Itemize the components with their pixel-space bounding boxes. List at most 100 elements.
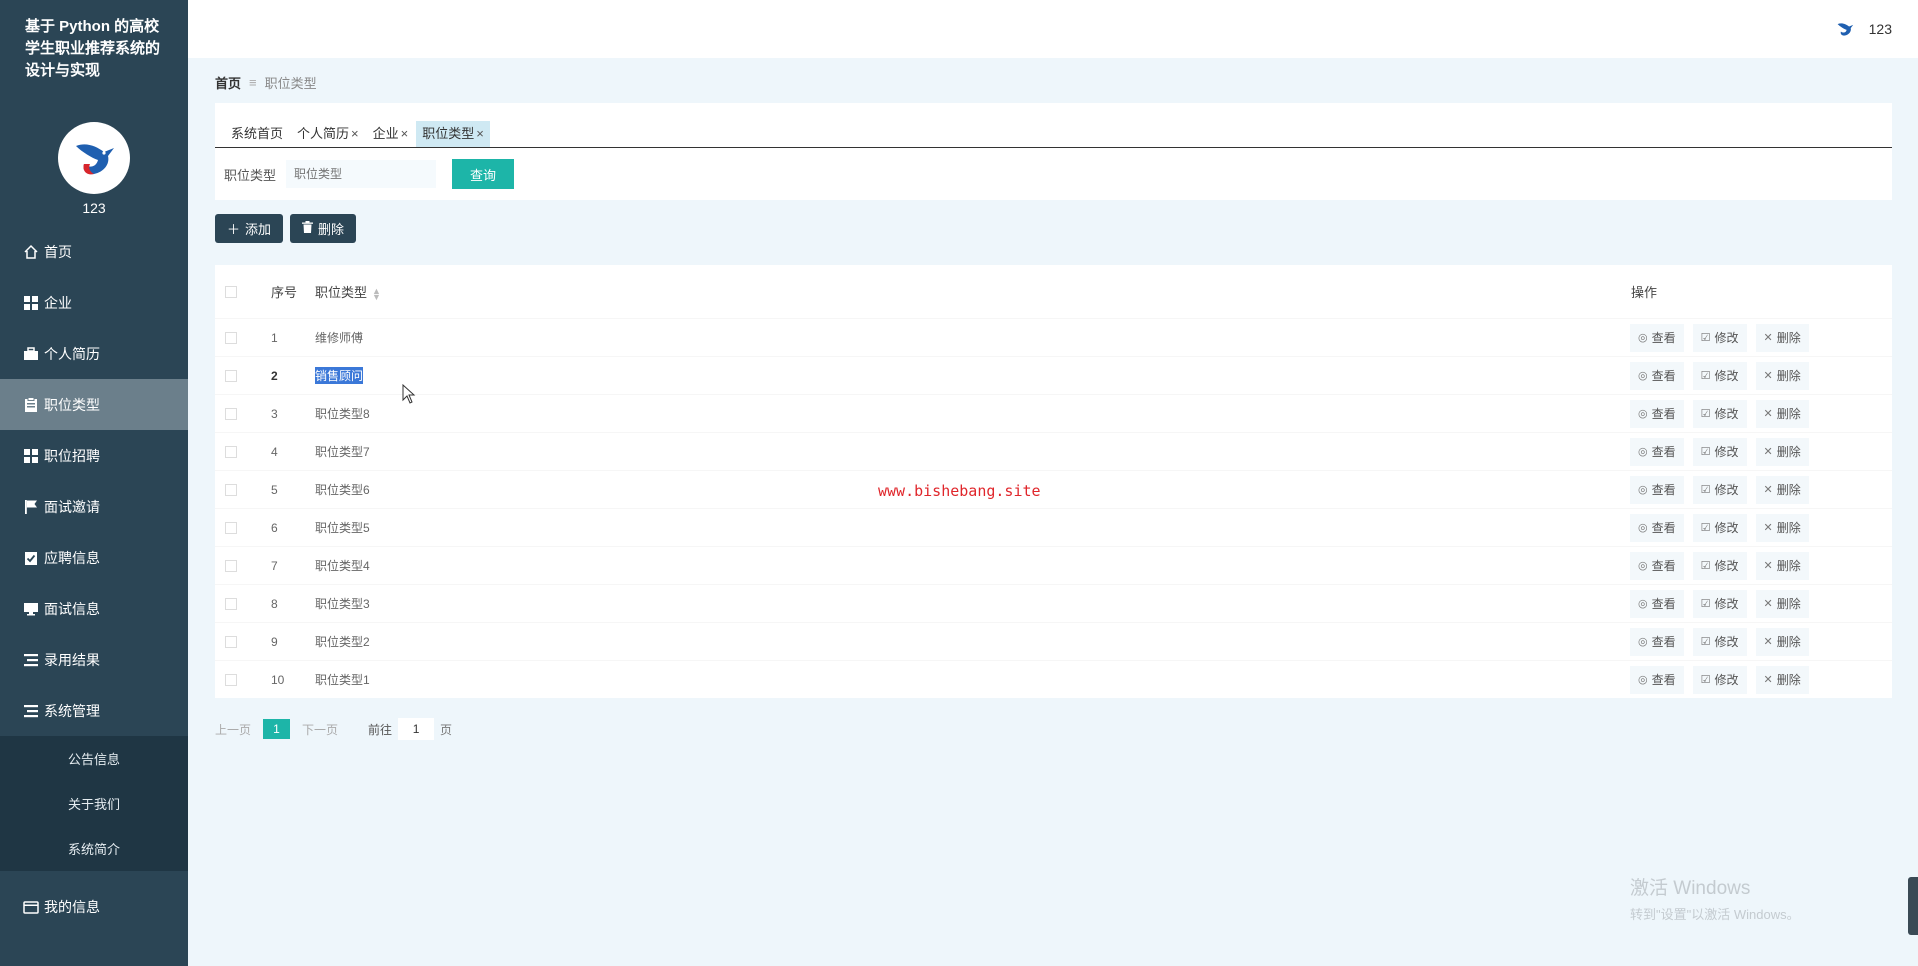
view-button[interactable]: ◎ 查看 xyxy=(1630,665,1684,694)
eye-icon: ◎ xyxy=(1638,560,1648,572)
delete-row-button[interactable]: ✕ 删除 xyxy=(1755,513,1809,542)
search-button[interactable]: 查询 xyxy=(452,159,515,189)
edit-button[interactable]: ☑ 修改 xyxy=(1692,665,1747,694)
tab-enterprise[interactable]: 企业 × xyxy=(367,121,415,147)
select-all-checkbox[interactable] xyxy=(225,285,237,298)
view-button[interactable]: ◎ 查看 xyxy=(1630,551,1684,580)
page-number[interactable]: 1 xyxy=(263,719,291,739)
row-checkbox[interactable] xyxy=(225,673,237,686)
view-button[interactable]: ◎ 查看 xyxy=(1630,323,1684,352)
edit-icon: ☑ xyxy=(1700,674,1711,686)
eagle-logo-icon xyxy=(76,144,114,175)
sidebar-item-resume[interactable]: 个人简历 xyxy=(0,328,188,379)
view-button[interactable]: ◎ 查看 xyxy=(1630,437,1684,466)
sidebar-item-label: 我的信息 xyxy=(44,898,100,915)
submenu-item-notice[interactable]: 公告信息 xyxy=(0,736,188,781)
edit-button[interactable]: ☑ 修改 xyxy=(1692,399,1747,428)
tab-system-home[interactable]: 系统首页 xyxy=(225,121,289,147)
edit-button[interactable]: ☑ 修改 xyxy=(1692,361,1747,390)
sidebar-item-hire-result[interactable]: 录用结果 xyxy=(0,634,188,685)
delete-row-button[interactable]: ✕ 删除 xyxy=(1755,627,1809,656)
view-button[interactable]: ◎ 查看 xyxy=(1630,589,1684,618)
sort-icon[interactable]: ▲ ▼ xyxy=(372,286,381,301)
submenu-item-about[interactable]: 关于我们 xyxy=(0,781,188,826)
sidebar-item-home[interactable]: 首页 xyxy=(0,226,188,277)
clipboard-icon xyxy=(22,396,40,414)
delete-button[interactable]: 删除 xyxy=(290,214,357,243)
view-button[interactable]: ◎ 查看 xyxy=(1630,399,1684,428)
delete-row-button[interactable]: ✕ 删除 xyxy=(1755,665,1809,694)
edit-icon: ☑ xyxy=(1700,370,1711,382)
row-index: 1 xyxy=(271,330,278,345)
row-checkbox[interactable] xyxy=(225,521,237,534)
delete-row-button[interactable]: ✕ 删除 xyxy=(1755,361,1809,390)
sidebar-item-job-recruit[interactable]: 职位招聘 xyxy=(0,430,188,481)
sidebar-item-my-info[interactable]: 我的信息 xyxy=(0,881,188,932)
delete-row-button[interactable]: ✕ 删除 xyxy=(1755,323,1809,352)
edit-button[interactable]: ☑ 修改 xyxy=(1692,589,1747,618)
prev-page-button[interactable]: 上一页 xyxy=(215,721,251,738)
edit-label: 修改 xyxy=(1714,331,1739,345)
row-checkbox[interactable] xyxy=(225,483,237,496)
topbar-user[interactable]: 123 xyxy=(1835,20,1892,38)
sidebar-item-interview-info[interactable]: 面试信息 xyxy=(0,583,188,634)
delete-row-button[interactable]: ✕ 删除 xyxy=(1755,589,1809,618)
view-button[interactable]: ◎ 查看 xyxy=(1630,361,1684,390)
search-input[interactable] xyxy=(286,160,437,188)
row-type: 职位类型3 xyxy=(315,597,370,611)
row-checkbox[interactable] xyxy=(225,597,237,610)
avatar[interactable] xyxy=(58,122,130,194)
edit-button[interactable]: ☑ 修改 xyxy=(1692,513,1747,542)
next-page-button[interactable]: 下一页 xyxy=(302,721,338,738)
sidebar-item-enterprise[interactable]: 企业 xyxy=(0,277,188,328)
close-icon[interactable]: × xyxy=(476,121,484,147)
view-button[interactable]: ◎ 查看 xyxy=(1630,513,1684,542)
header-index: 序号 xyxy=(271,285,298,300)
row-checkbox[interactable] xyxy=(225,331,237,344)
close-icon: ✕ xyxy=(1763,370,1773,382)
close-icon[interactable]: × xyxy=(401,121,409,147)
row-actions: ◎ 查看 ☑ 修改 ✕ 删除 xyxy=(1630,513,1809,542)
row-type: 职位类型5 xyxy=(315,521,370,535)
submenu-item-intro[interactable]: 系统简介 xyxy=(0,826,188,871)
delete-row-button[interactable]: ✕ 删除 xyxy=(1755,475,1809,504)
tab-resume[interactable]: 个人简历 × xyxy=(291,121,365,147)
header-type[interactable]: 职位类型 ▲ ▼ xyxy=(315,282,381,301)
edit-icon: ☑ xyxy=(1700,522,1711,534)
sidebar-item-application[interactable]: 应聘信息 xyxy=(0,532,188,583)
edit-button[interactable]: ☑ 修改 xyxy=(1692,551,1747,580)
row-checkbox[interactable] xyxy=(225,445,237,458)
table-row: 9 职位类型2 ◎ 查看 ☑ 修改 ✕ 删除 xyxy=(215,622,1892,660)
sidebar-item-system-admin[interactable]: 系统管理 xyxy=(0,685,188,736)
eye-icon: ◎ xyxy=(1638,522,1648,534)
table-row: 4 职位类型7 ◎ 查看 ☑ 修改 ✕ 删除 xyxy=(215,432,1892,470)
close-icon[interactable]: × xyxy=(351,121,359,147)
sidebar-item-label: 职位类型 xyxy=(44,396,100,413)
row-checkbox[interactable] xyxy=(225,559,237,572)
delete-row-button[interactable]: ✕ 删除 xyxy=(1755,399,1809,428)
delete-row-button[interactable]: ✕ 删除 xyxy=(1755,551,1809,580)
row-type: 职位类型7 xyxy=(315,445,370,459)
add-button[interactable]: ＋ 添加 xyxy=(215,214,284,243)
breadcrumb-home[interactable]: 首页 xyxy=(215,73,241,92)
table-row: 8 职位类型3 ◎ 查看 ☑ 修改 ✕ 删除 xyxy=(215,584,1892,622)
sidebar-item-label: 企业 xyxy=(44,294,72,311)
sidebar-item-interview-invite[interactable]: 面试邀请 xyxy=(0,481,188,532)
edit-button[interactable]: ☑ 修改 xyxy=(1692,323,1747,352)
row-checkbox[interactable] xyxy=(225,407,237,420)
edit-button[interactable]: ☑ 修改 xyxy=(1692,437,1747,466)
view-button[interactable]: ◎ 查看 xyxy=(1630,627,1684,656)
row-type: 销售顾问 xyxy=(315,367,364,384)
tab-job-type[interactable]: 职位类型 × xyxy=(416,121,490,147)
goto-page-input[interactable]: 1 xyxy=(398,718,435,740)
side-scroll-handle[interactable] xyxy=(1908,877,1918,935)
view-button[interactable]: ◎ 查看 xyxy=(1630,475,1684,504)
sidebar-item-job-type[interactable]: 职位类型 xyxy=(0,379,188,430)
edit-button[interactable]: ☑ 修改 xyxy=(1692,475,1747,504)
row-checkbox[interactable] xyxy=(225,369,237,382)
edit-icon: ☑ xyxy=(1700,408,1711,420)
edit-label: 修改 xyxy=(1714,521,1739,535)
delete-row-button[interactable]: ✕ 删除 xyxy=(1755,437,1809,466)
edit-button[interactable]: ☑ 修改 xyxy=(1692,627,1747,656)
row-checkbox[interactable] xyxy=(225,635,237,648)
